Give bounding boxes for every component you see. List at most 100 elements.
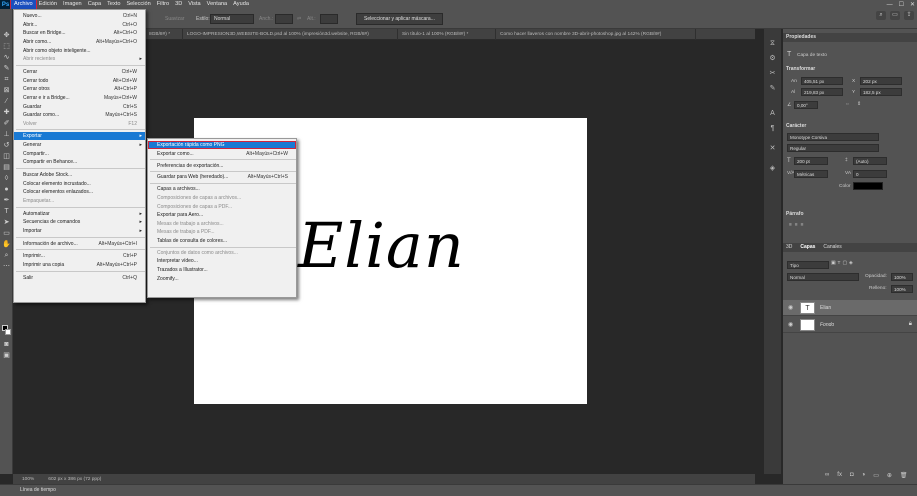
menu-item-buscar-adobe-stock[interactable]: Buscar Adobe Stock... bbox=[14, 171, 145, 179]
menu-item-abrir-recientes[interactable]: Abrir recientes ▸ bbox=[14, 55, 145, 63]
menu-item-guardar-para-web-heredado[interactable]: Guardar para Web (heredado)... Alt+Mayús+… bbox=[148, 173, 296, 181]
workspace-icon[interactable]: ▭ bbox=[890, 11, 900, 20]
menu-item-compartir-en-behance[interactable]: Compartir en Behance... bbox=[14, 158, 145, 166]
menu-item-exportar[interactable]: Exportar ▸ bbox=[14, 132, 145, 141]
flip-h-icon[interactable]: ⇔ bbox=[845, 102, 850, 107]
select-mask-button[interactable]: Seleccionar y aplicar máscara... bbox=[356, 13, 443, 25]
menu-item-compartir[interactable]: Compartir... bbox=[14, 150, 145, 158]
font-family-select[interactable]: Monotype Corsiva bbox=[787, 133, 879, 141]
menu-item-cerrar[interactable]: Cerrar Ctrl+W bbox=[14, 68, 145, 76]
menu-item-tablas-de-consulta-de-colores[interactable]: Tablas de consulta de colores... bbox=[148, 237, 296, 245]
menu-item-imprimir-una-copia[interactable]: Imprimir una copia Alt+Mayús+Ctrl+P bbox=[14, 261, 145, 269]
menu-item-guardar-como[interactable]: Guardar como... Mayús+Ctrl+S bbox=[14, 111, 145, 119]
paragraph-section-title[interactable]: Párrafo bbox=[783, 210, 917, 219]
eraser-tool-icon[interactable]: ◫ bbox=[2, 152, 11, 161]
height-field[interactable]: 219,83 px bbox=[801, 88, 843, 96]
marquee-tool-icon[interactable]: ⬚ bbox=[2, 42, 11, 51]
menu-item-importar[interactable]: Importar ▸ bbox=[14, 227, 145, 235]
menu-item-abrir-como[interactable]: Abrir como... Alt+Mayús+Ctrl+O bbox=[14, 38, 145, 46]
menu-item-volver[interactable]: Volver F12 bbox=[14, 120, 145, 128]
menu-item-abrir[interactable]: Abrir... Ctrl+O bbox=[14, 21, 145, 29]
tab-doc-4[interactable]: Como hacer llaveros con nombre 3D-abrir-… bbox=[496, 29, 696, 40]
dodge-tool-icon[interactable]: ● bbox=[2, 185, 11, 194]
tab-doc-3[interactable]: Sin título-1 al 100% (RGB/8#) * bbox=[398, 29, 496, 40]
link-layers-icon[interactable]: ∞ bbox=[825, 472, 829, 479]
properties-panel-title[interactable]: Propiedades bbox=[783, 33, 917, 42]
menu-ventana[interactable]: Ventana bbox=[204, 0, 231, 9]
menu-item-cerrar-otros[interactable]: Cerrar otros Alt+Ctrl+P bbox=[14, 85, 145, 93]
menu-item-empaquetar[interactable]: Empaquetar... bbox=[14, 197, 145, 205]
opacity-field[interactable]: 100% bbox=[891, 273, 913, 281]
menu-imagen[interactable]: Imagen bbox=[60, 0, 85, 9]
quick-mask-icon[interactable]: ◙ bbox=[2, 340, 11, 349]
shape-tool-icon[interactable]: ▭ bbox=[2, 229, 11, 238]
new-layer-icon[interactable]: ⊕ bbox=[887, 472, 892, 479]
text-color-swatch[interactable] bbox=[853, 182, 883, 190]
brush-tool-icon[interactable]: ✐ bbox=[2, 119, 11, 128]
menu-item-mesas-de-trabajo-a-pdf[interactable]: Mesas de trabajo a PDF... bbox=[148, 228, 296, 236]
alt-input[interactable] bbox=[320, 14, 338, 24]
menu-vista[interactable]: Vista bbox=[185, 0, 203, 9]
menu-ayuda[interactable]: Ayuda bbox=[230, 0, 252, 9]
menu-item-colocar-elemento-incrustado[interactable]: Colocar elemento incrustado... bbox=[14, 180, 145, 188]
flip-v-icon[interactable]: ⇕ bbox=[857, 102, 861, 107]
history-brush-icon[interactable]: ↺ bbox=[2, 141, 11, 150]
anch-input[interactable] bbox=[275, 14, 293, 24]
y-field[interactable]: 182,5 px bbox=[860, 88, 902, 96]
menu-seleccion[interactable]: Selección bbox=[123, 0, 153, 9]
healing-tool-icon[interactable]: ✚ bbox=[2, 108, 11, 117]
x-field[interactable]: 202 px bbox=[860, 77, 902, 85]
menu-item-mesas-de-trabajo-a-archivos[interactable]: Mesas de trabajo a archivos... bbox=[148, 220, 296, 228]
layer-name[interactable]: Fondo bbox=[820, 322, 834, 328]
gradient-tool-icon[interactable]: ▤ bbox=[2, 163, 11, 172]
layer-name[interactable]: Elian bbox=[820, 305, 831, 311]
hand-tool-icon[interactable]: ✋ bbox=[2, 240, 11, 249]
menu-item-cerrar-e-ir-a-bridge[interactable]: Cerrar e ir a Bridge... Mayús+Ctrl+W bbox=[14, 94, 145, 102]
zoom-level[interactable]: 100% bbox=[22, 477, 34, 482]
share-icon[interactable]: ⇪ bbox=[904, 11, 914, 20]
frame-tool-icon[interactable]: ⊠ bbox=[2, 86, 11, 95]
menu-item-nuevo[interactable]: Nuevo... Ctrl+N bbox=[14, 12, 145, 20]
paragraph-align-icons[interactable]: ≡≡≡ bbox=[789, 223, 806, 228]
tracking-field[interactable]: 0 bbox=[853, 170, 887, 178]
layer-row-fondo[interactable]: ◉ Fondo 🔒︎ bbox=[783, 317, 917, 333]
brush-settings-icon[interactable]: ✎ bbox=[768, 84, 777, 93]
menu-item-composiciones-de-capas-a-pdf[interactable]: Composiciones de capas a PDF... bbox=[148, 203, 296, 211]
transform-section-title[interactable]: Transformar bbox=[783, 65, 917, 74]
menu-capa[interactable]: Capa bbox=[85, 0, 104, 9]
menu-item-buscar-en-bridge[interactable]: Buscar en Bridge... Alt+Ctrl+O bbox=[14, 29, 145, 37]
menu-item-abrir-como-objeto-inteligente[interactable]: Abrir como objeto inteligente... bbox=[14, 47, 145, 55]
font-style-select[interactable]: Regular bbox=[787, 144, 879, 152]
paragraph-icon[interactable]: ¶ bbox=[768, 124, 777, 133]
adjustment-layer-icon[interactable]: ◑ bbox=[862, 472, 866, 479]
tab-canales[interactable]: Canales bbox=[823, 243, 841, 252]
glyphs-icon[interactable]: ◈ bbox=[768, 164, 777, 173]
layer-filter-select[interactable]: Tipo bbox=[787, 261, 829, 269]
swap-icon[interactable]: ⇄ bbox=[297, 16, 301, 22]
menu-item-conjuntos-de-datos-como-archivos[interactable]: Conjuntos de datos como archivos... bbox=[148, 249, 296, 257]
add-mask-icon[interactable]: ◘ bbox=[850, 472, 854, 479]
menu-item-colocar-elementos-enlazados[interactable]: Colocar elementos enlazados... bbox=[14, 188, 145, 196]
menu-item-salir[interactable]: Salir Ctrl+Q bbox=[14, 274, 145, 282]
menu-item-cerrar-todo[interactable]: Cerrar todo Alt+Ctrl+W bbox=[14, 77, 145, 85]
font-size-field[interactable]: 200 pt bbox=[794, 157, 828, 165]
menu-item-generar[interactable]: Generar ▸ bbox=[14, 141, 145, 149]
menu-item-imprimir[interactable]: Imprimir... Ctrl+P bbox=[14, 252, 145, 260]
screen-mode-icon[interactable]: ▣ bbox=[2, 351, 11, 360]
adjust-icon[interactable]: ✂ bbox=[768, 69, 777, 78]
tab-doc-2[interactable]: LOGO-IMPRESION3D,WEBSITE-BOLD.psd al 100… bbox=[183, 29, 398, 40]
layer-row-elian[interactable]: ◉ T Elian bbox=[783, 300, 917, 316]
visibility-eye-icon[interactable]: ◉ bbox=[788, 304, 793, 311]
menu-item-exportación-rápida-como-png[interactable]: Exportación rápida como PNG bbox=[148, 141, 296, 149]
menu-item-preferencias-de-exportación[interactable]: Preferencias de exportación... bbox=[148, 162, 296, 170]
angle-field[interactable]: 0,00° bbox=[794, 101, 818, 109]
menu-texto[interactable]: Texto bbox=[104, 0, 123, 9]
search-icon[interactable]: ⌕ bbox=[876, 11, 886, 20]
leading-field[interactable]: (Auto) bbox=[853, 157, 887, 165]
zoom-tool-icon[interactable]: ⌕ bbox=[2, 251, 11, 260]
kerning-field[interactable]: Métricas bbox=[794, 170, 828, 178]
character-icon[interactable]: A bbox=[768, 109, 777, 118]
new-group-icon[interactable]: ▭ bbox=[873, 472, 879, 479]
path-select-icon[interactable]: ➤ bbox=[2, 218, 11, 227]
eyedropper-tool-icon[interactable]: ⁄ bbox=[2, 97, 11, 106]
